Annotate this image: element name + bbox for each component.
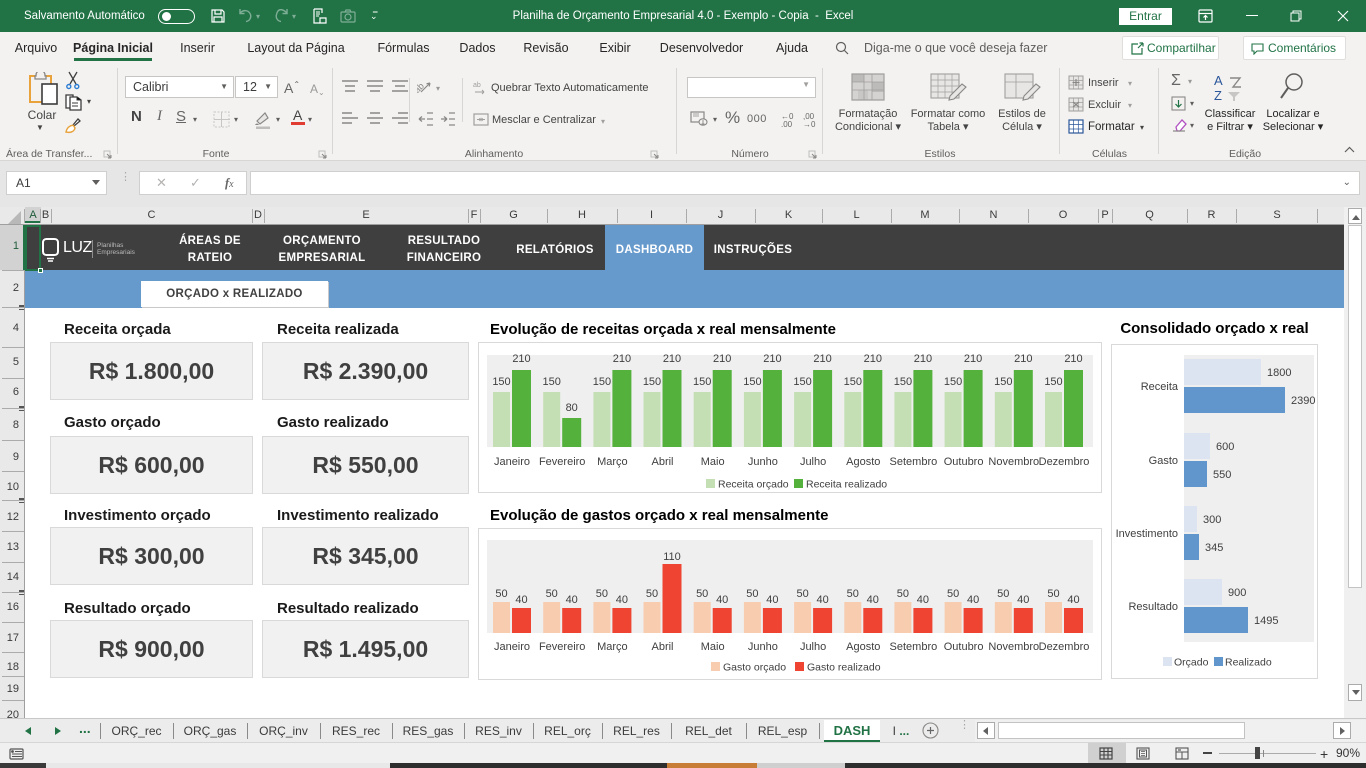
svg-text:210: 210 [813, 353, 831, 365]
svg-text:Junho: Junho [748, 641, 778, 653]
svg-text:40: 40 [716, 594, 728, 606]
svg-text:Março: Março [597, 456, 628, 468]
svg-text:40: 40 [515, 594, 527, 606]
svg-text:Novembro: Novembro [988, 456, 1039, 468]
svg-text:150: 150 [1044, 376, 1062, 388]
svg-text:150: 150 [543, 376, 561, 388]
svg-text:600: 600 [1216, 441, 1234, 453]
svg-text:Abril: Abril [651, 456, 673, 468]
svg-text:Fevereiro: Fevereiro [539, 641, 585, 653]
svg-text:A: A [1214, 73, 1223, 88]
svg-text:210: 210 [512, 353, 530, 365]
svg-text:1495: 1495 [1254, 615, 1278, 627]
svg-text:210: 210 [763, 353, 781, 365]
svg-text:Dezembro: Dezembro [1039, 641, 1090, 653]
svg-text:Gasto realizado: Gasto realizado [807, 662, 881, 674]
svg-text:1800: 1800 [1267, 367, 1291, 379]
svg-text:550: 550 [1213, 469, 1231, 481]
svg-text:Novembro: Novembro [988, 641, 1039, 653]
svg-text:Gasto orçado: Gasto orçado [723, 662, 786, 674]
svg-text:210: 210 [864, 353, 882, 365]
svg-text:150: 150 [894, 376, 912, 388]
svg-text:Setembro: Setembro [890, 641, 938, 653]
svg-text:Fevereiro: Fevereiro [539, 456, 585, 468]
svg-text:210: 210 [964, 353, 982, 365]
svg-text:150: 150 [693, 376, 711, 388]
svg-text:Receita realizado: Receita realizado [806, 479, 887, 491]
svg-text:210: 210 [1014, 353, 1032, 365]
svg-text:Maio: Maio [701, 641, 725, 653]
svg-text:50: 50 [746, 588, 758, 600]
svg-text:345: 345 [1205, 542, 1223, 554]
svg-text:Janeiro: Janeiro [494, 456, 530, 468]
svg-text:210: 210 [914, 353, 932, 365]
svg-text:150: 150 [643, 376, 661, 388]
svg-text:40: 40 [566, 594, 578, 606]
svg-text:Janeiro: Janeiro [494, 641, 530, 653]
svg-text:50: 50 [997, 588, 1009, 600]
svg-text:150: 150 [994, 376, 1012, 388]
svg-text:50: 50 [546, 588, 558, 600]
svg-text:50: 50 [646, 588, 658, 600]
svg-text:50: 50 [495, 588, 507, 600]
svg-text:40: 40 [917, 594, 929, 606]
svg-text:50: 50 [847, 588, 859, 600]
svg-text:50: 50 [696, 588, 708, 600]
svg-text:Dezembro: Dezembro [1039, 456, 1090, 468]
svg-text:Julho: Julho [800, 641, 826, 653]
svg-text:40: 40 [816, 594, 828, 606]
svg-text:Z: Z [1214, 88, 1222, 102]
svg-text:Realizado: Realizado [1225, 657, 1272, 669]
svg-text:50: 50 [897, 588, 909, 600]
svg-text:80: 80 [566, 402, 578, 414]
svg-text:150: 150 [593, 376, 611, 388]
svg-text:Março: Março [597, 641, 628, 653]
svg-text:40: 40 [967, 594, 979, 606]
svg-text:50: 50 [947, 588, 959, 600]
svg-text:Agosto: Agosto [846, 641, 880, 653]
svg-text:40: 40 [1067, 594, 1079, 606]
svg-text:Setembro: Setembro [890, 456, 938, 468]
svg-text:Outubro: Outubro [944, 456, 984, 468]
svg-text:Outubro: Outubro [944, 641, 984, 653]
svg-text:40: 40 [766, 594, 778, 606]
svg-text:50: 50 [1047, 588, 1059, 600]
svg-text:210: 210 [713, 353, 731, 365]
svg-text:,00: ,00 [781, 120, 793, 127]
svg-text:Junho: Junho [748, 456, 778, 468]
svg-text:900: 900 [1228, 587, 1246, 599]
svg-text:Resultado: Resultado [1128, 601, 1178, 613]
svg-text:Gasto: Gasto [1149, 455, 1178, 467]
svg-text:2390: 2390 [1291, 395, 1315, 407]
svg-text:150: 150 [844, 376, 862, 388]
svg-text:50: 50 [796, 588, 808, 600]
svg-text:Maio: Maio [701, 456, 725, 468]
svg-text:150: 150 [492, 376, 510, 388]
svg-text:50: 50 [596, 588, 608, 600]
svg-text:Investimento: Investimento [1116, 528, 1178, 540]
svg-text:40: 40 [867, 594, 879, 606]
svg-text:40: 40 [616, 594, 628, 606]
svg-text:Orçado: Orçado [1174, 657, 1209, 669]
svg-text:210: 210 [663, 353, 681, 365]
svg-text:150: 150 [944, 376, 962, 388]
svg-text:Julho: Julho [800, 456, 826, 468]
svg-text:210: 210 [1064, 353, 1082, 365]
svg-text:150: 150 [743, 376, 761, 388]
svg-text:Receita: Receita [1141, 381, 1179, 393]
svg-text:300: 300 [1203, 514, 1221, 526]
svg-text:Receita orçado: Receita orçado [718, 479, 789, 491]
svg-text:Agosto: Agosto [846, 456, 880, 468]
svg-text:150: 150 [793, 376, 811, 388]
svg-text:→0: →0 [803, 120, 816, 127]
svg-text:40: 40 [1017, 594, 1029, 606]
svg-text:Abril: Abril [651, 641, 673, 653]
svg-text:ab: ab [473, 82, 481, 89]
svg-text:110: 110 [663, 551, 681, 563]
svg-text:210: 210 [613, 353, 631, 365]
